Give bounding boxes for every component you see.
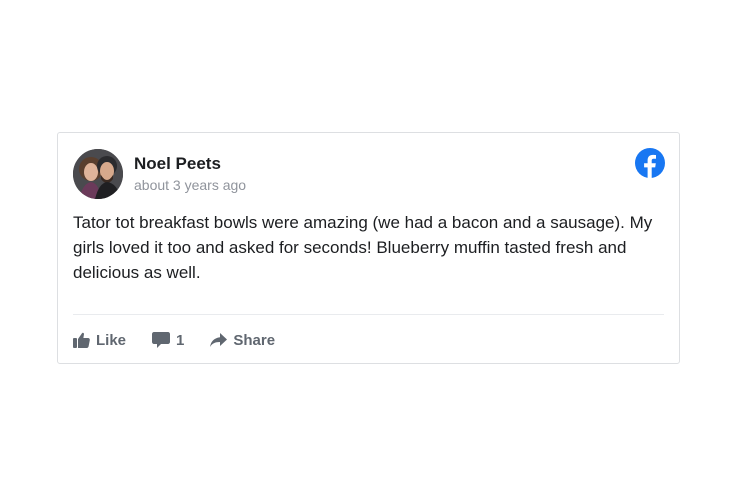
share-label: Share [233,331,276,349]
review-card: Noel Peets about 3 years ago Tator tot b… [57,132,680,364]
comment-count: 1 [176,331,185,349]
facebook-icon[interactable] [635,148,665,178]
post-timestamp[interactable]: about 3 years ago [134,176,246,194]
comment-button[interactable]: 1 [152,332,184,349]
author-name[interactable]: Noel Peets [134,154,221,174]
avatar[interactable] [73,149,123,199]
divider [73,314,664,315]
avatar-photo [73,149,123,199]
action-bar: Like 1 Share [73,329,275,351]
thumbs-up-icon [73,332,90,348]
comment-icon [152,332,171,348]
like-button[interactable]: Like [73,332,126,349]
like-label: Like [96,331,127,349]
review-text: Tator tot breakfast bowls were amazing (… [73,213,653,282]
share-button[interactable]: Share [210,332,275,349]
share-arrow-icon [210,333,228,347]
